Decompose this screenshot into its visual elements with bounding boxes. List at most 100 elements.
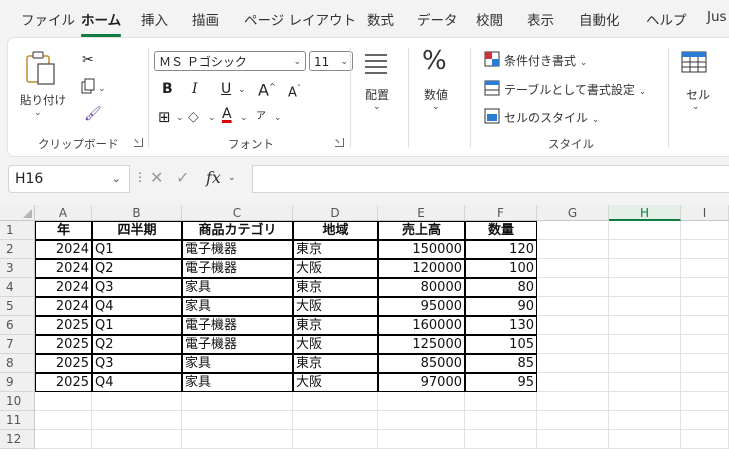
cell-b4[interactable]: Q3 [92,278,182,297]
cell-i9[interactable] [681,373,729,392]
cell-a10[interactable] [35,392,92,411]
tab-help[interactable]: ヘルプ [646,9,687,29]
number-label[interactable]: 数値 [424,86,448,103]
cell-a4[interactable]: 2024 [35,278,92,297]
copy-icon[interactable]: ⌄ [80,78,104,96]
row-header-11[interactable]: 11 [0,411,35,430]
cell-e8[interactable]: 85000 [378,354,465,373]
cell-e7[interactable]: 125000 [378,335,465,354]
cell-f9[interactable]: 95 [465,373,537,392]
borders-icon[interactable]: ⊞ [158,109,171,125]
font-name-combo[interactable]: ＭＳ Ｐゴシック ⌄ [154,51,306,71]
cell-f10[interactable] [465,392,537,411]
cell-d4[interactable]: 東京 [293,278,378,297]
fill-color-icon[interactable]: ◇ [188,109,199,125]
underline-button[interactable]: U [221,81,231,97]
cell-a11[interactable] [35,411,92,430]
font-launcher-icon[interactable] [335,138,344,147]
row-header-2[interactable]: 2 [0,240,35,259]
insert-function-icon[interactable]: fx [206,168,221,187]
row-header-10[interactable]: 10 [0,392,35,411]
cell-e10[interactable] [378,392,465,411]
select-all-corner[interactable] [0,205,35,221]
italic-button[interactable]: I [192,81,198,97]
tab-jus[interactable]: Jus [707,9,727,25]
font-color-dropdown-icon[interactable]: ⌄ [240,113,248,123]
formula-input[interactable] [252,165,729,193]
cell-f12[interactable] [465,430,537,449]
cells-label[interactable]: セル [686,86,710,103]
cell-g10[interactable] [537,392,609,411]
column-header-h[interactable]: H [609,205,681,221]
cell-c9[interactable]: 家具 [182,373,293,392]
cell-h3[interactable] [609,259,681,278]
cell-c2[interactable]: 電子機器 [182,240,293,259]
font-color-icon[interactable]: A [222,106,232,122]
cell-i3[interactable] [681,259,729,278]
cell-b3[interactable]: Q2 [92,259,182,278]
bold-button[interactable]: B [162,81,173,97]
cell-h5[interactable] [609,297,681,316]
alignment-dropdown-icon[interactable]: ⌄ [373,102,381,112]
cell-d6[interactable]: 東京 [293,316,378,335]
cell-g11[interactable] [537,411,609,430]
cell-h7[interactable] [609,335,681,354]
cell-d10[interactable] [293,392,378,411]
cell-h9[interactable] [609,373,681,392]
cell-i8[interactable] [681,354,729,373]
row-header-4[interactable]: 4 [0,278,35,297]
column-header-e[interactable]: E [378,205,465,221]
cell-c6[interactable]: 電子機器 [182,316,293,335]
row-header-1[interactable]: 1 [0,221,35,240]
cell-a5[interactable]: 2024 [35,297,92,316]
phonetic-icon[interactable]: ア [256,109,266,125]
cell-i5[interactable] [681,297,729,316]
row-header-7[interactable]: 7 [0,335,35,354]
format-as-table-button[interactable]: テーブルとして書式設定 ⌄ [504,81,646,98]
cell-c11[interactable] [182,411,293,430]
column-header-a[interactable]: A [35,205,92,221]
cell-e1[interactable]: 売上高 [378,221,465,240]
conditional-format-button[interactable]: 条件付き書式 ⌄ [504,52,587,69]
cell-b7[interactable]: Q2 [92,335,182,354]
column-header-b[interactable]: B [92,205,182,221]
cell-b12[interactable] [92,430,182,449]
cell-i7[interactable] [681,335,729,354]
cell-i6[interactable] [681,316,729,335]
cell-a1[interactable]: 年 [35,221,92,240]
cell-b5[interactable]: Q4 [92,297,182,316]
cell-b1[interactable]: 四半期 [92,221,182,240]
cell-g4[interactable] [537,278,609,297]
percent-icon[interactable]: % [422,46,447,76]
cell-e2[interactable]: 150000 [378,240,465,259]
cell-d5[interactable]: 大阪 [293,297,378,316]
format-painter-icon[interactable]: 🖌 [84,106,102,122]
column-header-c[interactable]: C [182,205,293,221]
cell-g9[interactable] [537,373,609,392]
cell-g1[interactable] [537,221,609,240]
shrink-font-button[interactable]: Aˇ [288,81,301,101]
cell-d3[interactable]: 大阪 [293,259,378,278]
cell-f5[interactable]: 90 [465,297,537,316]
cell-e3[interactable]: 120000 [378,259,465,278]
cell-a7[interactable]: 2025 [35,335,92,354]
cell-h10[interactable] [609,392,681,411]
cell-i12[interactable] [681,430,729,449]
cell-c3[interactable]: 電子機器 [182,259,293,278]
cell-h11[interactable] [609,411,681,430]
cell-g7[interactable] [537,335,609,354]
cell-f2[interactable]: 120 [465,240,537,259]
column-header-i[interactable]: I [681,205,729,221]
cell-c8[interactable]: 家具 [182,354,293,373]
tab-view[interactable]: 表示 [527,9,554,29]
cells-dropdown-icon[interactable]: ⌄ [692,102,700,112]
cells-icon[interactable] [680,48,708,76]
cell-a2[interactable]: 2024 [35,240,92,259]
font-size-combo[interactable]: 11 ⌄ [309,51,353,71]
tab-review[interactable]: 校閲 [476,9,503,29]
cell-f8[interactable]: 85 [465,354,537,373]
alignment-icon[interactable] [363,50,389,76]
cell-d11[interactable] [293,411,378,430]
clipboard-launcher-icon[interactable] [134,138,143,147]
cell-g5[interactable] [537,297,609,316]
